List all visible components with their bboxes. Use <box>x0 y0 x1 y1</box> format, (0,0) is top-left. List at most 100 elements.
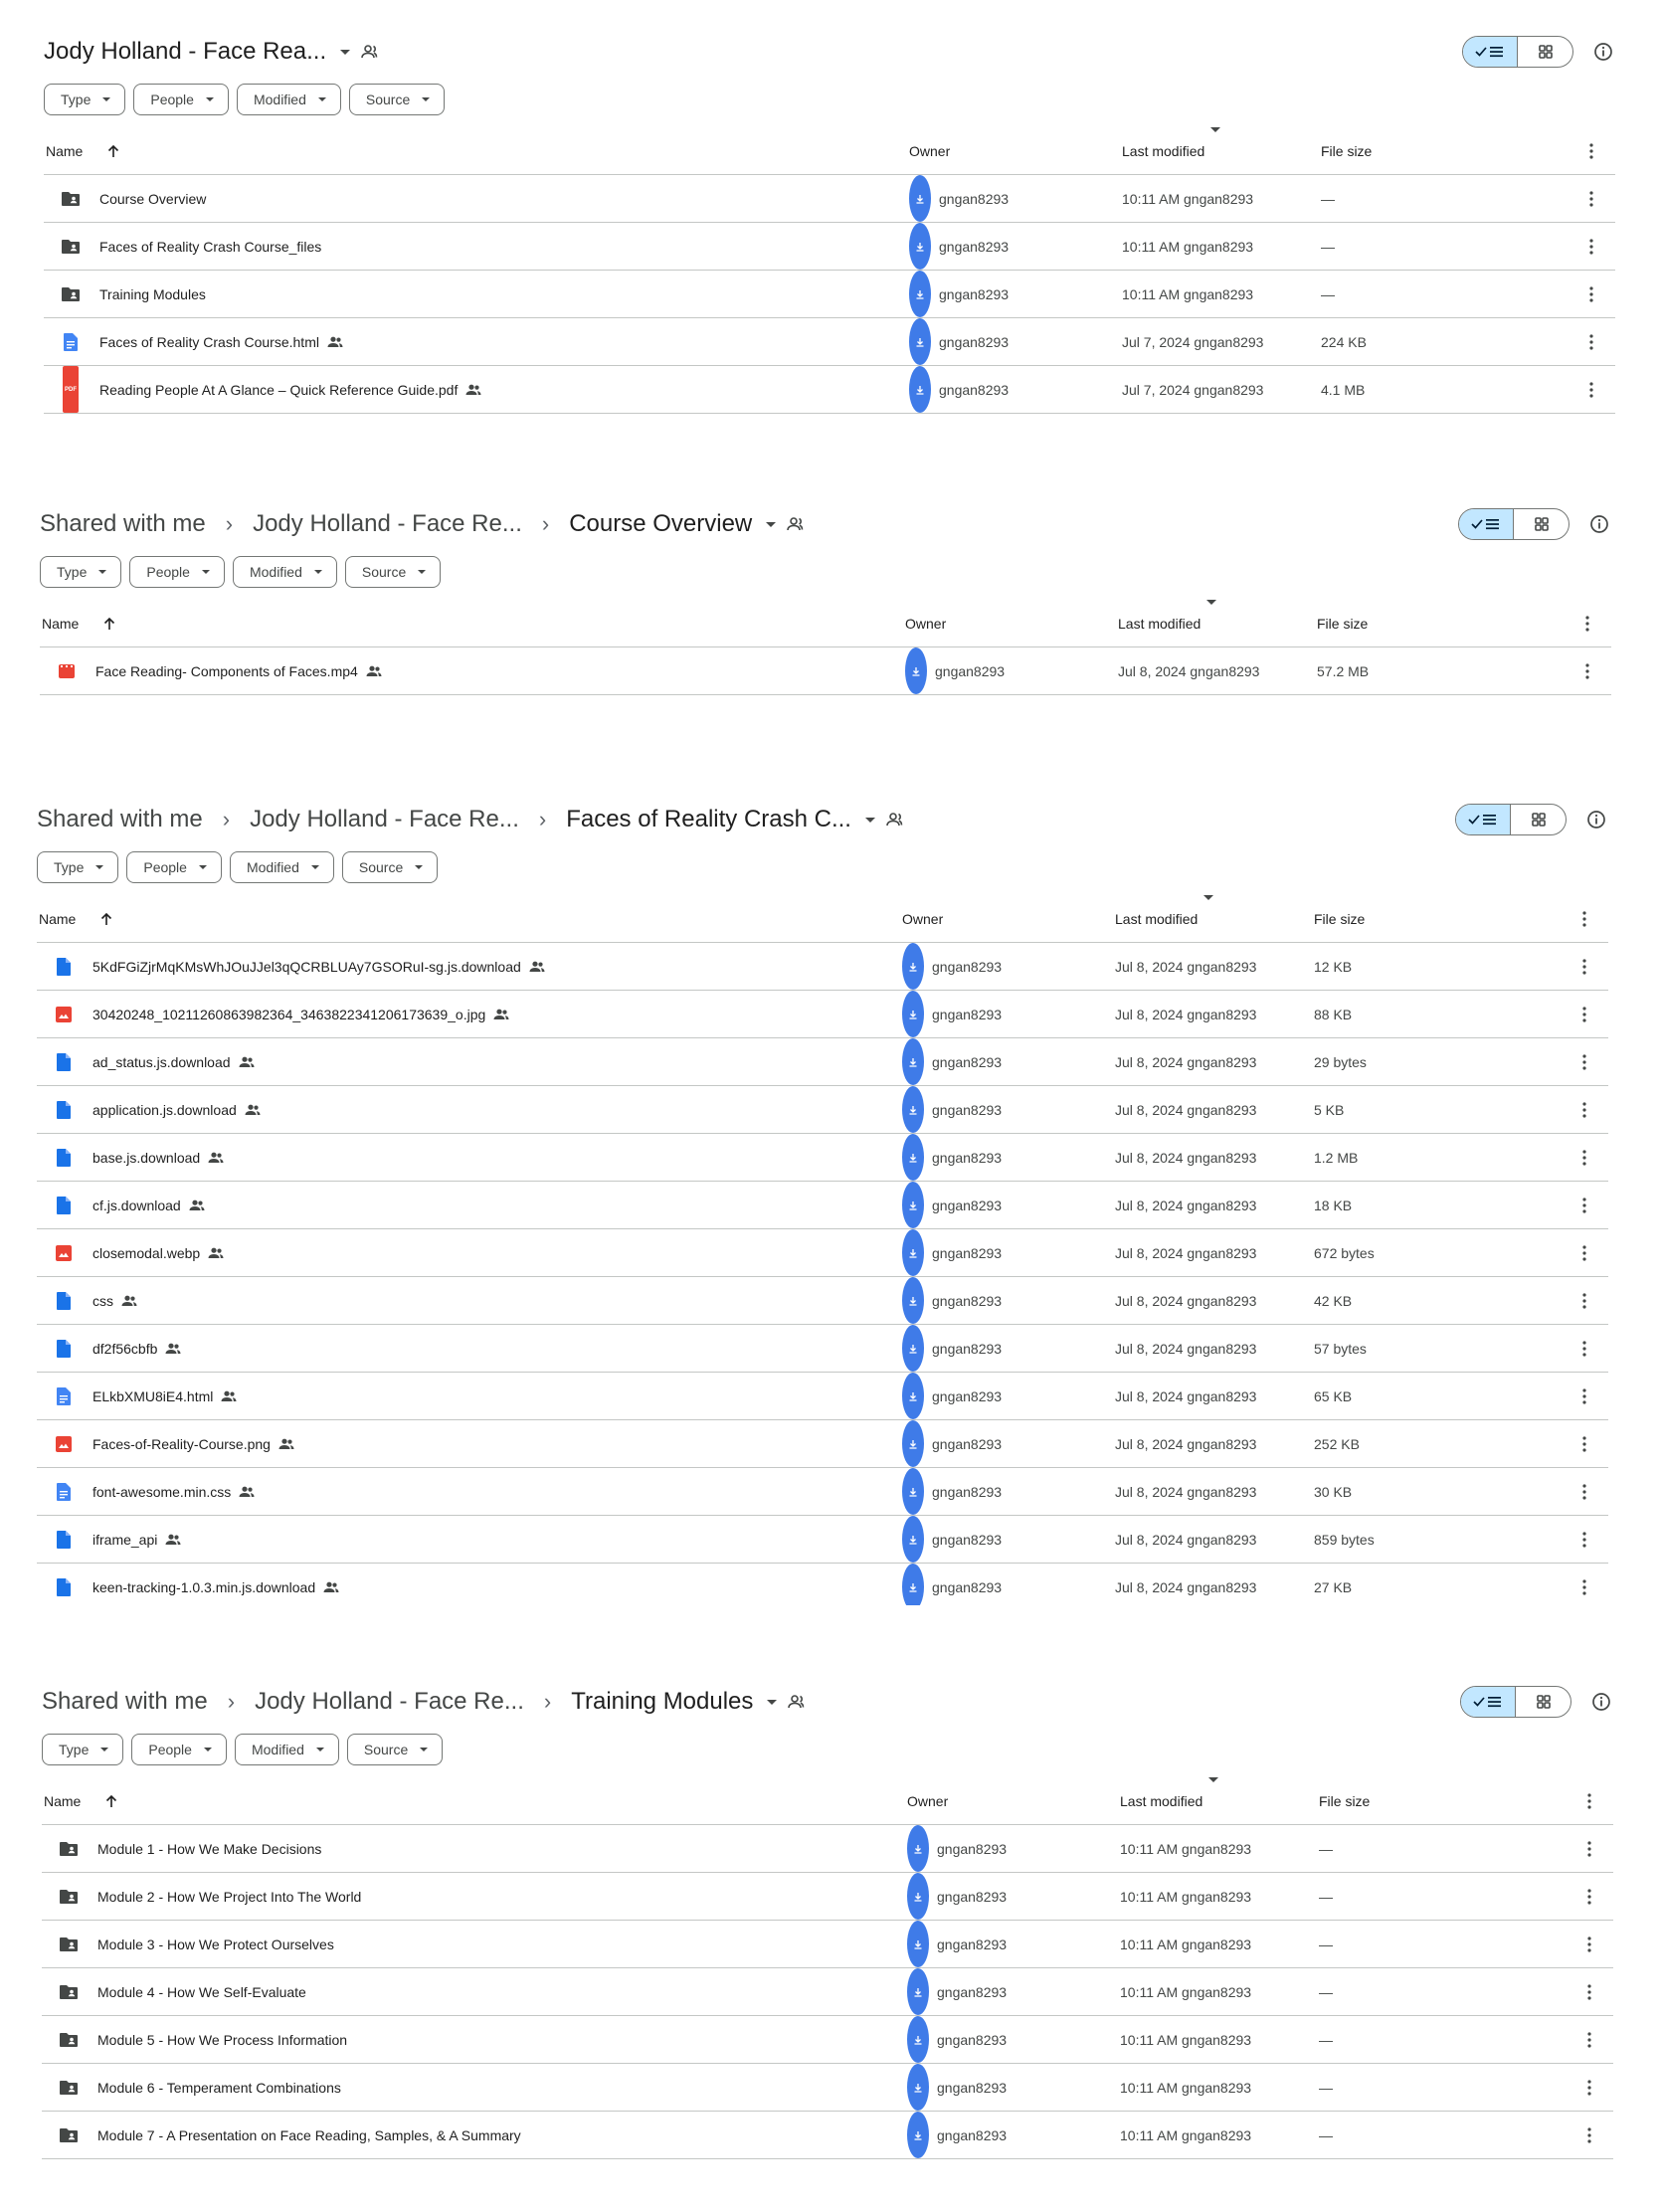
column-last-modified[interactable]: Last modified <box>1118 600 1217 646</box>
column-last-modified[interactable]: Last modified <box>1120 1777 1219 1824</box>
more-options-icon[interactable] <box>1587 1777 1591 1824</box>
list-view-button[interactable] <box>1463 37 1518 67</box>
more-options-icon[interactable] <box>1582 1325 1586 1372</box>
table-row[interactable]: PDF Reading People At A Glance – Quick R… <box>44 366 1615 414</box>
breadcrumb-item[interactable]: Shared with me <box>37 806 203 833</box>
column-name[interactable]: Name <box>46 127 83 174</box>
breadcrumb-item[interactable]: Shared with me <box>42 1688 208 1716</box>
table-row[interactable]: Module 6 - Temperament Combinations gnga… <box>42 2064 1613 2112</box>
more-options-icon[interactable] <box>1582 1468 1586 1515</box>
breadcrumb-item[interactable]: Jody Holland - Face Re... <box>255 1688 524 1716</box>
more-options-icon[interactable] <box>1582 1229 1586 1276</box>
folder-menu-caret-icon[interactable] <box>340 49 351 55</box>
table-row[interactable]: Module 1 - How We Make Decisions gngan82… <box>42 1825 1613 1873</box>
filter-type-button[interactable]: Type <box>40 556 122 588</box>
breadcrumb-item[interactable]: Jody Holland - Face Re... <box>253 510 522 538</box>
filter-type-button[interactable]: Type <box>44 84 126 115</box>
more-options-icon[interactable] <box>1582 1134 1586 1181</box>
more-options-icon[interactable] <box>1589 127 1593 174</box>
table-row[interactable]: 5KdFGiZjrMqKMsWhJOuJJel3qQCRBLUAy7GSORuI… <box>37 943 1608 991</box>
info-icon[interactable] <box>1589 1690 1613 1714</box>
table-row[interactable]: ad_status.js.download gngan8293 Jul 8, 2… <box>37 1038 1608 1086</box>
more-options-icon[interactable] <box>1589 318 1593 365</box>
more-options-icon[interactable] <box>1587 1921 1591 1967</box>
current-folder-title[interactable]: Training Modules <box>571 1688 753 1716</box>
grid-view-button[interactable] <box>1516 1687 1571 1717</box>
column-name[interactable]: Name <box>42 600 79 646</box>
sort-arrow-up-icon[interactable] <box>100 895 112 942</box>
filter-modified-button[interactable]: Modified <box>236 84 341 115</box>
sort-arrow-up-icon[interactable] <box>107 127 119 174</box>
table-row[interactable]: keen-tracking-1.0.3.min.js.download gnga… <box>37 1564 1608 1605</box>
more-options-icon[interactable] <box>1589 271 1593 317</box>
more-options-icon[interactable] <box>1582 1086 1586 1133</box>
column-name[interactable]: Name <box>44 1777 81 1824</box>
table-row[interactable]: font-awesome.min.css gngan8293 Jul 8, 20… <box>37 1468 1608 1516</box>
filter-modified-button[interactable]: Modified <box>229 851 334 883</box>
info-icon[interactable] <box>1587 512 1611 536</box>
table-row[interactable]: css gngan8293 Jul 8, 2024 gngan8293 42 K… <box>37 1277 1608 1325</box>
current-folder-title[interactable]: Jody Holland - Face Rea... <box>44 38 326 66</box>
more-options-icon[interactable] <box>1582 943 1586 990</box>
folder-menu-caret-icon[interactable] <box>766 521 777 527</box>
filter-source-button[interactable]: Source <box>348 84 446 115</box>
filter-type-button[interactable]: Type <box>37 851 119 883</box>
grid-view-button[interactable] <box>1511 805 1566 834</box>
more-options-icon[interactable] <box>1582 895 1586 942</box>
filter-modified-button[interactable]: Modified <box>234 1734 339 1765</box>
list-view-button[interactable] <box>1459 509 1514 539</box>
table-row[interactable]: Module 3 - How We Protect Ourselves gnga… <box>42 1921 1613 1968</box>
table-row[interactable]: base.js.download gngan8293 Jul 8, 2024 g… <box>37 1134 1608 1182</box>
filter-people-button[interactable]: People <box>133 84 229 115</box>
table-row[interactable]: Faces of Reality Crash Course_files gnga… <box>44 223 1615 271</box>
list-view-button[interactable] <box>1461 1687 1516 1717</box>
more-options-icon[interactable] <box>1582 1038 1586 1085</box>
more-options-icon[interactable] <box>1582 991 1586 1037</box>
table-row[interactable]: application.js.download gngan8293 Jul 8,… <box>37 1086 1608 1134</box>
table-row[interactable]: Faces of Reality Crash Course.html gngan… <box>44 318 1615 366</box>
filter-people-button[interactable]: People <box>126 851 222 883</box>
filter-source-button[interactable]: Source <box>344 556 442 588</box>
breadcrumb-item[interactable]: Jody Holland - Face Re... <box>250 806 519 833</box>
current-folder-title[interactable]: Faces of Reality Crash C... <box>566 806 851 833</box>
filter-source-button[interactable]: Source <box>346 1734 444 1765</box>
more-options-icon[interactable] <box>1585 647 1589 694</box>
more-options-icon[interactable] <box>1582 1516 1586 1563</box>
more-options-icon[interactable] <box>1587 1968 1591 2015</box>
table-row[interactable]: iframe_api gngan8293 Jul 8, 2024 gngan82… <box>37 1516 1608 1564</box>
table-row[interactable]: Training Modules gngan8293 10:11 AM gnga… <box>44 271 1615 318</box>
more-options-icon[interactable] <box>1582 1420 1586 1467</box>
more-options-icon[interactable] <box>1587 2064 1591 2111</box>
table-row[interactable]: Face Reading- Components of Faces.mp4 gn… <box>40 647 1611 695</box>
table-row[interactable]: Course Overview gngan8293 10:11 AM gngan… <box>44 175 1615 223</box>
more-options-icon[interactable] <box>1582 1564 1586 1605</box>
sort-arrow-up-icon[interactable] <box>103 600 115 646</box>
table-row[interactable]: df2f56cbfb gngan8293 Jul 8, 2024 gngan82… <box>37 1325 1608 1373</box>
filter-people-button[interactable]: People <box>131 1734 227 1765</box>
folder-menu-caret-icon[interactable] <box>767 1699 778 1705</box>
more-options-icon[interactable] <box>1587 2112 1591 2158</box>
more-options-icon[interactable] <box>1582 1182 1586 1228</box>
table-row[interactable]: closemodal.webp gngan8293 Jul 8, 2024 gn… <box>37 1229 1608 1277</box>
table-row[interactable]: Module 2 - How We Project Into The World… <box>42 1873 1613 1921</box>
table-row[interactable]: cf.js.download gngan8293 Jul 8, 2024 gng… <box>37 1182 1608 1229</box>
info-icon[interactable] <box>1584 808 1608 831</box>
column-last-modified[interactable]: Last modified <box>1122 127 1221 174</box>
table-row[interactable]: Faces-of-Reality-Course.png gngan8293 Ju… <box>37 1420 1608 1468</box>
grid-view-button[interactable] <box>1514 509 1569 539</box>
filter-people-button[interactable]: People <box>129 556 225 588</box>
more-options-icon[interactable] <box>1589 223 1593 270</box>
table-row[interactable]: Module 7 - A Presentation on Face Readin… <box>42 2112 1613 2159</box>
more-options-icon[interactable] <box>1582 1277 1586 1324</box>
column-last-modified[interactable]: Last modified <box>1115 895 1214 942</box>
more-options-icon[interactable] <box>1587 1873 1591 1920</box>
table-row[interactable]: ELkbXMU8iE4.html gngan8293 Jul 8, 2024 g… <box>37 1373 1608 1420</box>
more-options-icon[interactable] <box>1587 2016 1591 2063</box>
more-options-icon[interactable] <box>1589 175 1593 222</box>
info-icon[interactable] <box>1591 40 1615 64</box>
grid-view-button[interactable] <box>1518 37 1572 67</box>
table-row[interactable]: Module 4 - How We Self-Evaluate gngan829… <box>42 1968 1613 2016</box>
more-options-icon[interactable] <box>1585 600 1589 646</box>
more-options-icon[interactable] <box>1589 366 1593 413</box>
more-options-icon[interactable] <box>1587 1825 1591 1872</box>
